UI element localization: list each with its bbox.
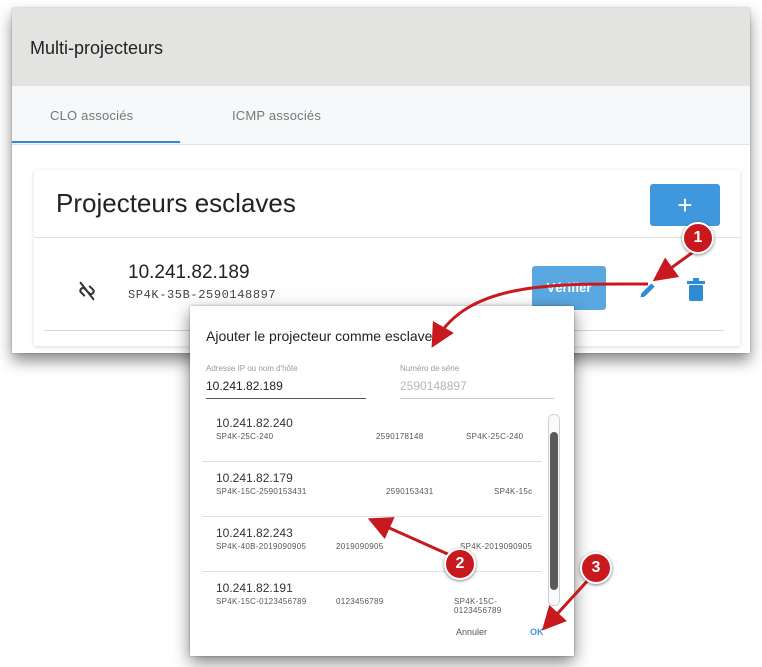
list-item-ip: 10.241.82.191 [216,581,293,595]
list-item-serial: 2590178148 [376,432,424,441]
active-tab-indicator [12,141,180,143]
step-badge-1: 1 [682,222,714,254]
list-item[interactable]: 10.241.82.243 SP4K-40B-2019090905 201909… [202,516,542,572]
add-slave-dialog: Ajouter le projecteur comme esclave Adre… [190,306,574,656]
list-item-ip: 10.241.82.243 [216,526,293,540]
pencil-icon[interactable] [638,280,658,300]
list-item-serial: 0123456789 [336,597,384,606]
divider [34,237,740,238]
list-item-name: SP4K-15C-2590153431 [216,487,307,496]
list-item-name: SP4K-15C-0123456789 [216,597,307,606]
list-item-model: SP4K-2019090905 [460,542,533,551]
scrollbar-thumb[interactable] [550,432,558,590]
card-title: Projecteurs esclaves [56,188,296,218]
ip-field-underline [206,398,366,399]
serial-field-label: Numéro de série [400,364,460,373]
multi-projector-panel: Multi-projecteurs CLO associés ICMP asso… [12,8,750,353]
serial-field[interactable]: 2590148897 [400,379,467,393]
panel-header: Multi-projecteurs [12,8,750,86]
projector-ip: 10.241.82.189 [128,262,250,283]
ip-field[interactable]: 10.241.82.189 [206,379,283,393]
ip-field-label: Adresse IP ou nom d'hôte [206,364,298,373]
projector-id: SP4K-35B-2590148897 [128,288,277,302]
list-item-serial: 2019090905 [336,542,384,551]
tab-clo[interactable]: CLO associés [50,108,133,123]
list-item-model: SP4K-25C-240 [466,432,524,441]
list-item-model: SP4K-15c [494,487,533,496]
step-badge-2: 2 [444,548,476,580]
projector-list: 10.241.82.240 SP4K-25C-240 2590178148 SP… [202,406,542,616]
list-item[interactable]: 10.241.82.179 SP4K-15C-2590153431 259015… [202,461,542,517]
page-title: Multi-projecteurs [30,38,164,58]
step-badge-3: 3 [580,552,612,584]
list-item-ip: 10.241.82.179 [216,471,293,485]
list-item-name: SP4K-25C-240 [216,432,274,441]
verify-button[interactable]: Vérifier [532,266,606,310]
list-item-ip: 10.241.82.240 [216,416,293,430]
add-projector-button[interactable]: + [650,184,720,226]
trash-icon[interactable] [686,278,706,302]
ok-button[interactable]: OK [530,627,544,637]
list-item-serial: 2590153431 [386,487,434,496]
link-off-icon [79,281,95,301]
list-item-model: SP4K-15C-0123456789 [454,597,502,615]
list-item-name: SP4K-40B-2019090905 [216,542,307,551]
list-item[interactable]: 10.241.82.240 SP4K-25C-240 2590178148 SP… [202,406,542,462]
serial-field-underline [400,398,554,399]
cancel-button[interactable]: Annuler [456,627,487,637]
dialog-title: Ajouter le projecteur comme esclave [206,328,433,344]
list-item[interactable]: 10.241.82.191 SP4K-15C-0123456789 012345… [202,571,542,626]
tab-bar: CLO associés ICMP associés [12,86,750,145]
tab-icmp[interactable]: ICMP associés [232,108,321,123]
